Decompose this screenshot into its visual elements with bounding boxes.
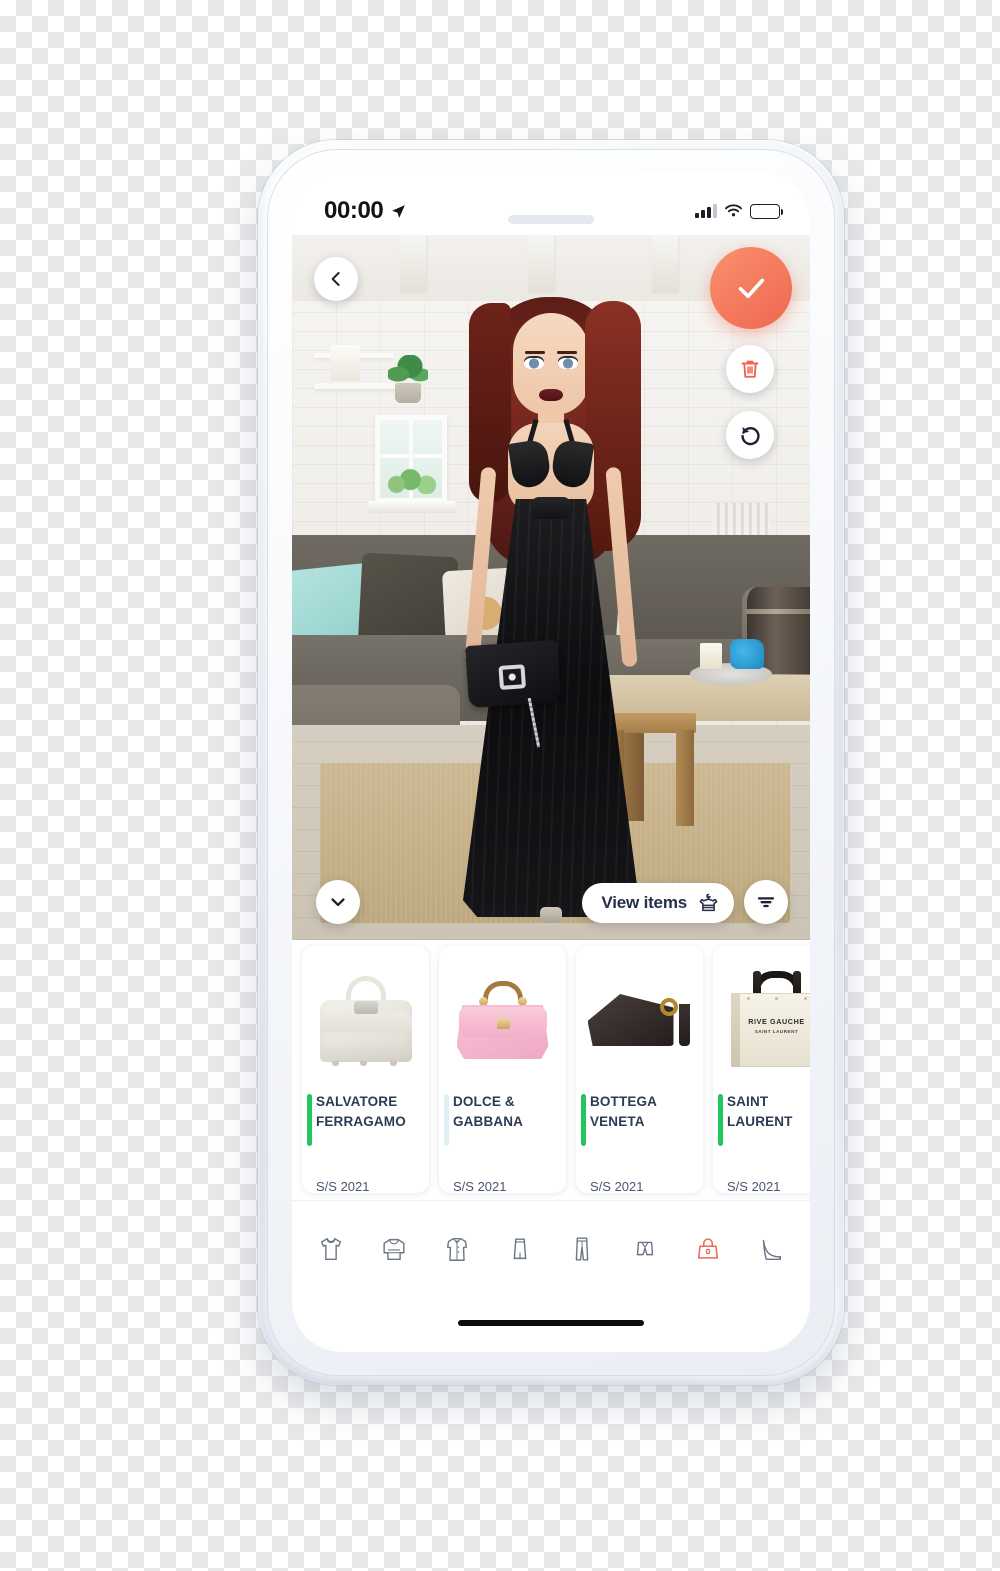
product-image (576, 946, 703, 1086)
product-card[interactable]: BOTTEGA VENETA S/S 2021 (576, 946, 703, 1193)
product-season: S/S 2021 (316, 1179, 370, 1193)
view-items-button[interactable]: View items (582, 883, 734, 923)
category-tab-shorts[interactable] (622, 1226, 668, 1272)
status-bar: 00:00 (292, 173, 810, 235)
trash-icon (741, 360, 759, 378)
cellular-signal-icon (695, 204, 717, 218)
back-button[interactable] (314, 257, 358, 301)
category-tab-bar (292, 1200, 810, 1296)
product-card[interactable]: SALVATORE FERRAGAMO S/S 2021 (302, 946, 429, 1193)
category-tab-sweater[interactable] (371, 1226, 417, 1272)
product-brand: SALVATORE FERRAGAMO (316, 1094, 406, 1129)
status-time-label: 00:00 (324, 197, 384, 224)
product-brand: SAINT LAURENT (727, 1094, 793, 1129)
view-items-label: View items (601, 893, 687, 912)
product-accent-bar (307, 1094, 312, 1146)
product-accent-bar (444, 1094, 449, 1146)
product-card[interactable]: RIVE GAUCHE SAINT LAURENT SAINT LAURENT … (713, 946, 810, 1193)
filter-button[interactable] (744, 880, 788, 924)
category-tab-tshirt[interactable] (308, 1226, 354, 1272)
tshirt-icon (320, 1237, 342, 1260)
outfit-preview-canvas[interactable]: View items (292, 235, 810, 940)
tote-print-line-1: RIVE GAUCHE (748, 1017, 805, 1026)
product-image: RIVE GAUCHE SAINT LAURENT (713, 946, 810, 1086)
category-tab-shoes[interactable] (748, 1226, 794, 1272)
product-accent-bar (581, 1094, 586, 1146)
delete-button[interactable] (726, 345, 774, 393)
category-tab-pants[interactable] (559, 1226, 605, 1272)
phone-screen: 00:00 View items SALVATORE FERRAGAMO S/S… (292, 173, 810, 1352)
category-tab-skirt[interactable] (497, 1226, 543, 1272)
product-brand: DOLCE & GABBANA (453, 1094, 524, 1129)
battery-icon (750, 203, 783, 219)
product-season: S/S 2021 (453, 1179, 507, 1193)
status-time-group: 00:00 (324, 197, 407, 225)
home-indicator (458, 1320, 644, 1326)
confirm-button[interactable] (710, 247, 792, 329)
skirt-icon (513, 1237, 526, 1259)
phone-device-frame: 00:00 View items SALVATORE FERRAGAMO S/S… (258, 140, 844, 1385)
product-season: S/S 2021 (727, 1179, 781, 1193)
product-carousel[interactable]: SALVATORE FERRAGAMO S/S 2021 DOLCE & GAB… (292, 940, 810, 1200)
pants-icon (576, 1237, 589, 1260)
speaker-grille (508, 215, 594, 224)
sweater-icon (383, 1238, 405, 1260)
chevron-left-icon (331, 272, 340, 286)
tote-print-line-2: SAINT LAURENT (754, 1029, 799, 1034)
product-brand: BOTTEGA VENETA (590, 1094, 657, 1129)
wifi-icon (724, 204, 743, 217)
product-season: S/S 2021 (590, 1179, 644, 1193)
category-tab-bag[interactable] (685, 1226, 731, 1272)
white-top-handle-bag-icon (319, 976, 412, 1066)
brown-pouch-bag-icon (587, 984, 692, 1054)
undo-icon (740, 426, 760, 445)
location-arrow-icon (392, 204, 406, 218)
handbag-icon (697, 1237, 719, 1259)
coat-icon (446, 1237, 467, 1261)
rive-gauche-tote-icon: RIVE GAUCHE SAINT LAURENT (730, 971, 810, 1067)
chevron-down-icon (331, 898, 345, 907)
shorts-icon (637, 1241, 654, 1255)
checkmark-icon (738, 278, 765, 299)
avatar-clutch-bag (464, 639, 562, 748)
category-tab-coat[interactable] (434, 1226, 480, 1272)
filter-icon (757, 897, 775, 908)
product-card[interactable]: DOLCE & GABBANA S/S 2021 (439, 946, 566, 1193)
heels-icon (762, 1239, 781, 1260)
avatar-model[interactable] (441, 291, 661, 940)
pink-sicily-bag-icon (455, 979, 551, 1059)
product-accent-bar (718, 1094, 723, 1146)
shirt-hanger-icon (699, 893, 718, 911)
product-image (439, 946, 566, 1086)
product-image (302, 946, 429, 1086)
status-indicators (695, 203, 783, 219)
undo-button[interactable] (726, 411, 774, 459)
collapse-panel-button[interactable] (316, 880, 360, 924)
